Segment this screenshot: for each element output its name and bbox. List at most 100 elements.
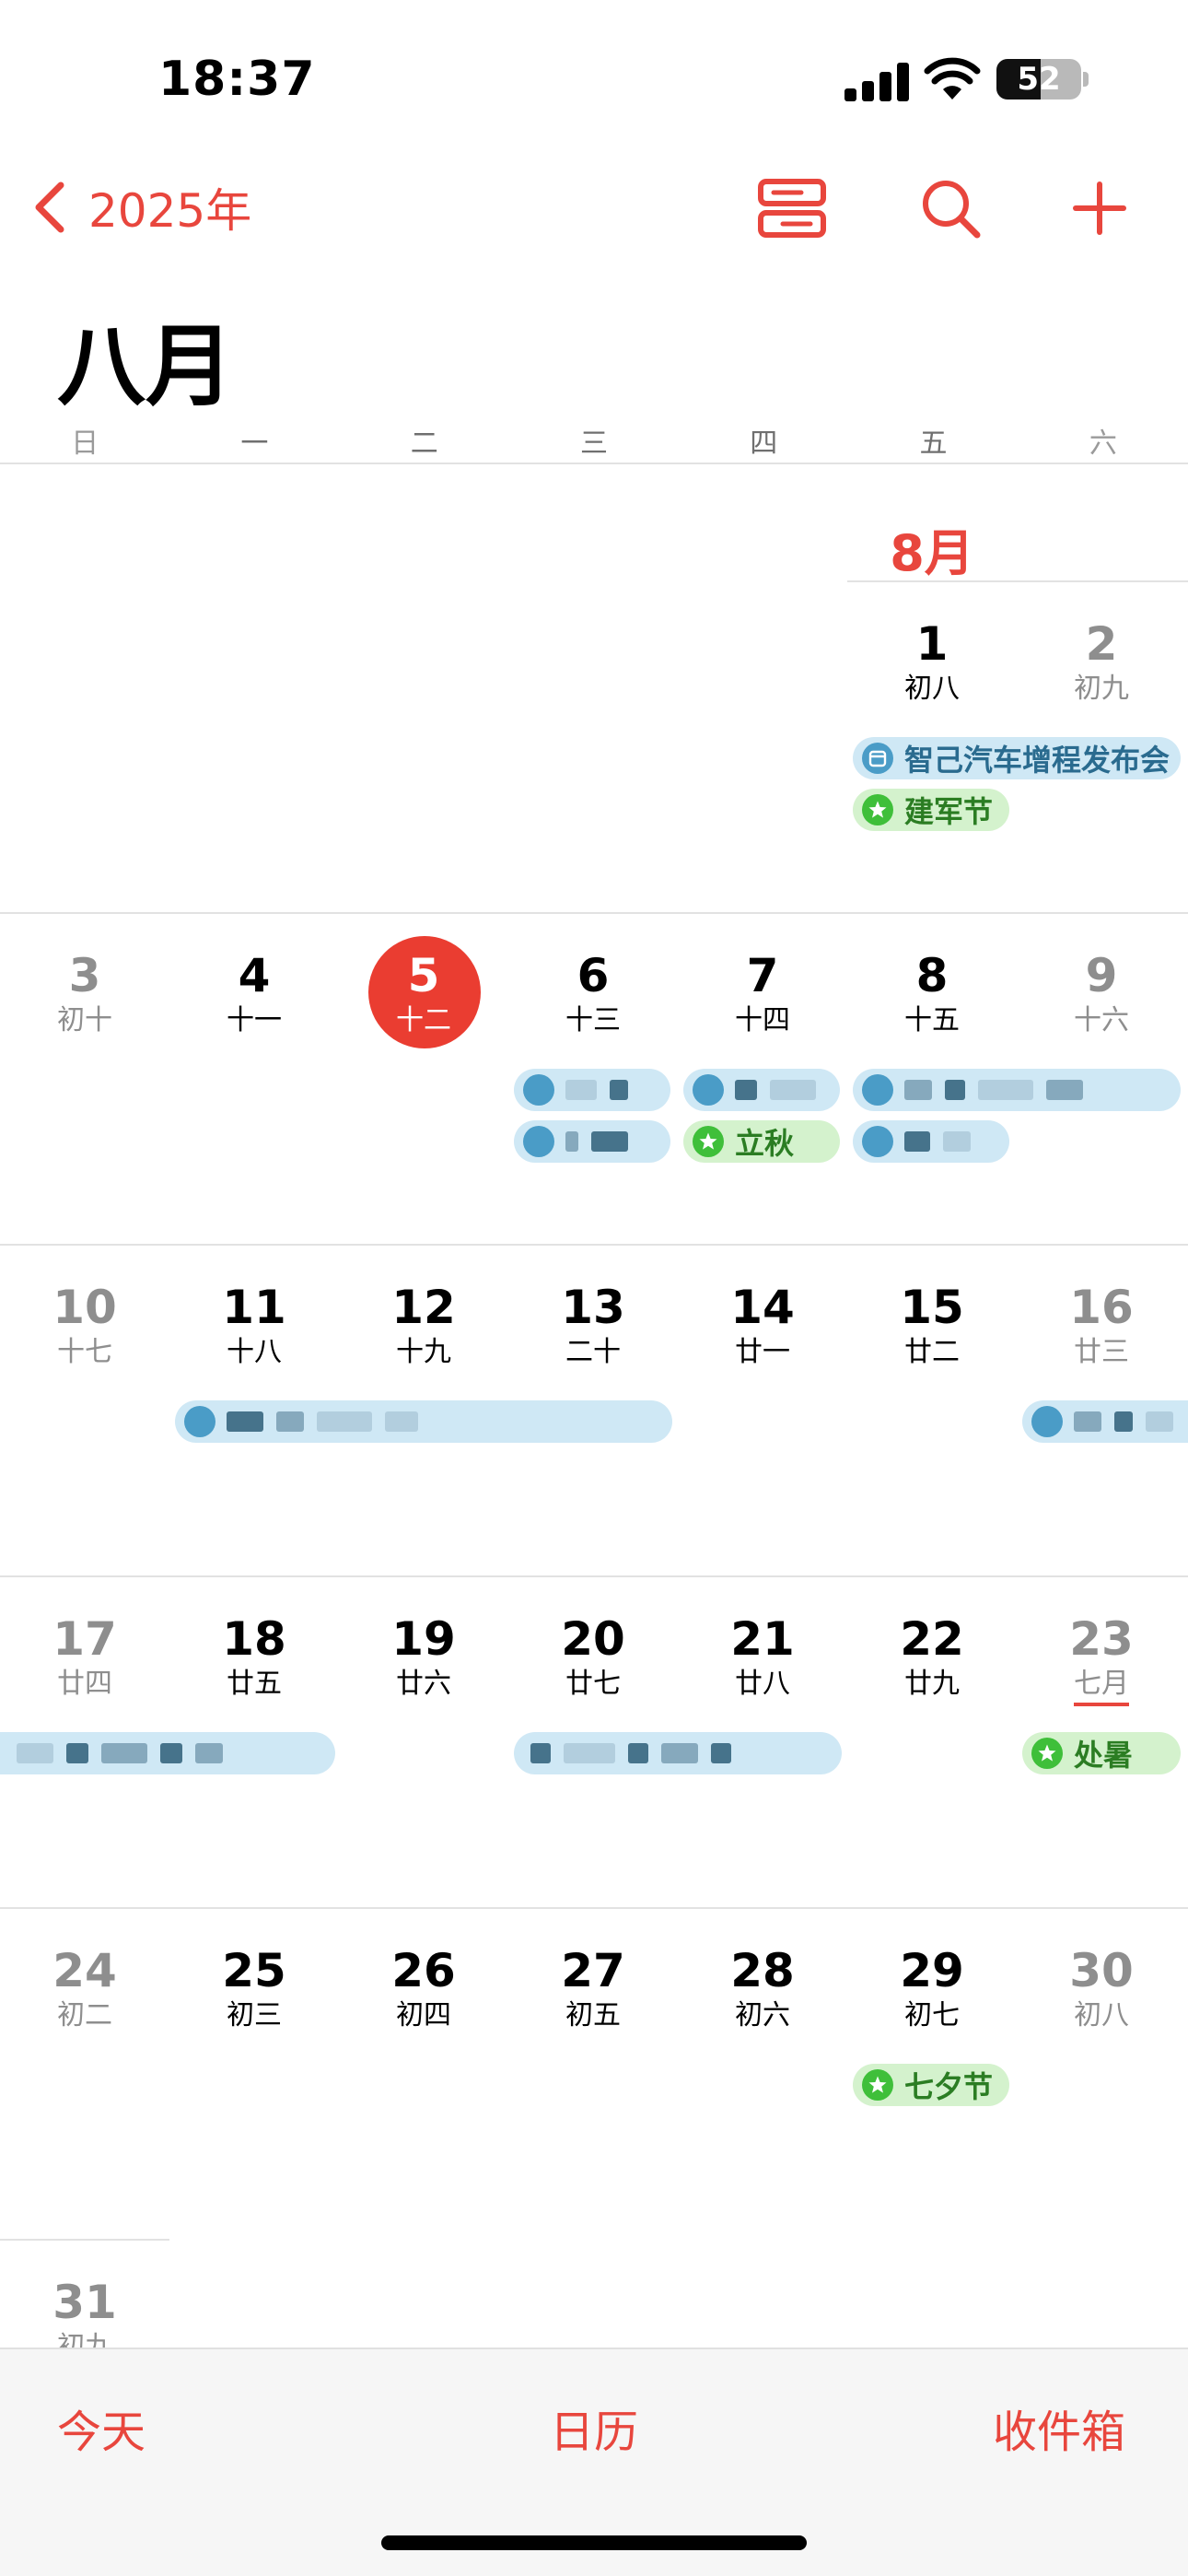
day-cell[interactable]: 29 初七 <box>847 1944 1017 2032</box>
event-title: 建军节 <box>904 794 994 829</box>
day-cell[interactable]: 25 初三 <box>169 1944 339 2032</box>
tab-inbox[interactable]: 收件箱 <box>993 2395 1125 2460</box>
event-liqiu[interactable]: 立秋 <box>683 1120 840 1163</box>
lunar-date: 廿六 <box>396 1668 451 1700</box>
day-cell[interactable]: 14 廿一 <box>678 1281 847 1369</box>
battery-cap <box>1083 72 1089 87</box>
event-chushu[interactable]: 处暑 <box>1022 1732 1181 1774</box>
tab-calendars[interactable]: 日历 <box>550 2395 638 2460</box>
day-cell[interactable]: 4 十一 <box>169 949 339 1037</box>
event-redacted[interactable] <box>514 1120 670 1163</box>
calendar-event-icon <box>862 743 893 774</box>
redacted-text <box>17 1743 53 1763</box>
event-redacted[interactable] <box>853 1069 1181 1111</box>
lunar-date: 初九 <box>1074 673 1129 705</box>
redacted-text <box>160 1743 182 1763</box>
day-cell[interactable]: 28 初六 <box>678 1944 847 2032</box>
week-divider <box>0 1575 1188 1577</box>
search-button[interactable] <box>914 173 987 243</box>
redacted-text <box>711 1743 731 1763</box>
day-cell[interactable]: 9 十六 <box>1017 949 1186 1037</box>
lunar-date: 初八 <box>1074 1999 1129 2032</box>
redacted-text <box>978 1080 1033 1100</box>
lunar-date: 二十 <box>565 1336 621 1368</box>
tab-today[interactable]: 今天 <box>57 2395 146 2460</box>
weekday-tue: 二 <box>410 427 438 460</box>
day-number: 29 <box>900 1944 964 1997</box>
lunar-date: 廿一 <box>735 1336 790 1368</box>
day-number: 16 <box>1069 1281 1134 1334</box>
redacted-text <box>904 1080 932 1100</box>
star-icon <box>862 2069 893 2101</box>
day-number: 15 <box>900 1281 964 1334</box>
weekday-wed: 三 <box>579 427 608 460</box>
lunar-date: 廿七 <box>565 1668 621 1700</box>
day-cell[interactable]: 3 初十 <box>0 949 169 1037</box>
day-number: 23 <box>1069 1612 1134 1666</box>
redacted-text <box>628 1743 648 1763</box>
day-cell[interactable]: 10 十七 <box>0 1281 169 1369</box>
lunar-date: 初五 <box>565 1999 621 2032</box>
day-number: 5 <box>407 949 440 1002</box>
event-redacted[interactable] <box>514 1069 670 1111</box>
day-cell[interactable]: 21 廿八 <box>678 1612 847 1701</box>
day-cell[interactable]: 12 十九 <box>339 1281 508 1369</box>
calendar-event-icon <box>693 1074 724 1106</box>
event-qixi[interactable]: 七夕节 <box>853 2064 1009 2106</box>
event-redacted[interactable] <box>175 1400 672 1443</box>
event-redacted[interactable] <box>853 1120 1009 1163</box>
day-cell[interactable]: 24 初二 <box>0 1944 169 2032</box>
day-number: 19 <box>391 1612 456 1666</box>
day-cell[interactable]: 26 初四 <box>339 1944 508 2032</box>
day-number: 14 <box>730 1281 795 1334</box>
day-cell[interactable]: 11 十八 <box>169 1281 339 1369</box>
week-divider <box>0 2239 169 2241</box>
day-number: 18 <box>222 1612 286 1666</box>
redacted-text <box>101 1743 147 1763</box>
event-army-day[interactable]: 建军节 <box>853 789 1009 831</box>
day-cell[interactable]: 22 廿九 <box>847 1612 1017 1701</box>
day-cell[interactable]: 15 廿二 <box>847 1281 1017 1369</box>
event-redacted[interactable] <box>1022 1400 1188 1443</box>
day-cell[interactable]: 30 初八 <box>1017 1944 1186 2032</box>
day-cell[interactable]: 6 十三 <box>508 949 678 1037</box>
weekday-mon: 一 <box>240 427 269 460</box>
week-divider <box>0 1244 1188 1246</box>
weekday-fri: 五 <box>919 427 948 460</box>
event-launch[interactable]: 智己汽车增程发布会 <box>853 737 1181 779</box>
day-cell[interactable]: 20 廿七 <box>508 1612 678 1701</box>
lunar-date: 廿九 <box>904 1668 960 1700</box>
redacted-text <box>945 1080 965 1100</box>
redacted-text <box>735 1080 757 1100</box>
redacted-text <box>904 1131 930 1152</box>
wifi-icon <box>924 57 981 100</box>
day-cell-today[interactable]: 5 十二 <box>339 949 508 1037</box>
day-cell[interactable]: 1 初八 <box>847 617 1017 706</box>
day-cell[interactable]: 2 初九 <box>1017 617 1186 706</box>
event-redacted[interactable] <box>514 1732 842 1774</box>
event-redacted[interactable] <box>0 1732 335 1774</box>
search-icon <box>923 181 981 239</box>
back-to-year-button[interactable]: 2025年 <box>31 175 251 240</box>
day-cell[interactable]: 7 十四 <box>678 949 847 1037</box>
event-redacted[interactable] <box>683 1069 840 1111</box>
day-cell[interactable]: 16 廿三 <box>1017 1281 1186 1369</box>
day-cell[interactable]: 8 十五 <box>847 949 1017 1037</box>
week-divider <box>0 912 1188 914</box>
day-cell[interactable]: 27 初五 <box>508 1944 678 2032</box>
day-cell[interactable]: 18 廿五 <box>169 1612 339 1701</box>
list-view-button[interactable] <box>755 173 829 243</box>
day-number: 31 <box>52 2276 117 2329</box>
lunar-date: 十九 <box>396 1336 451 1368</box>
redacted-text <box>591 1131 628 1152</box>
day-number: 25 <box>222 1944 286 1997</box>
day-cell[interactable]: 23 七月 <box>1017 1612 1186 1706</box>
day-cell[interactable]: 19 廿六 <box>339 1612 508 1701</box>
add-event-button[interactable] <box>1063 173 1136 243</box>
day-cell[interactable]: 13 二十 <box>508 1281 678 1369</box>
weekday-header: 日 一 二 三 四 五 六 <box>0 420 1188 460</box>
calendar-event-icon <box>184 1406 215 1437</box>
day-cell[interactable]: 17 廿四 <box>0 1612 169 1701</box>
day-number: 22 <box>900 1612 964 1666</box>
lunar-date: 初七 <box>904 1999 960 2032</box>
